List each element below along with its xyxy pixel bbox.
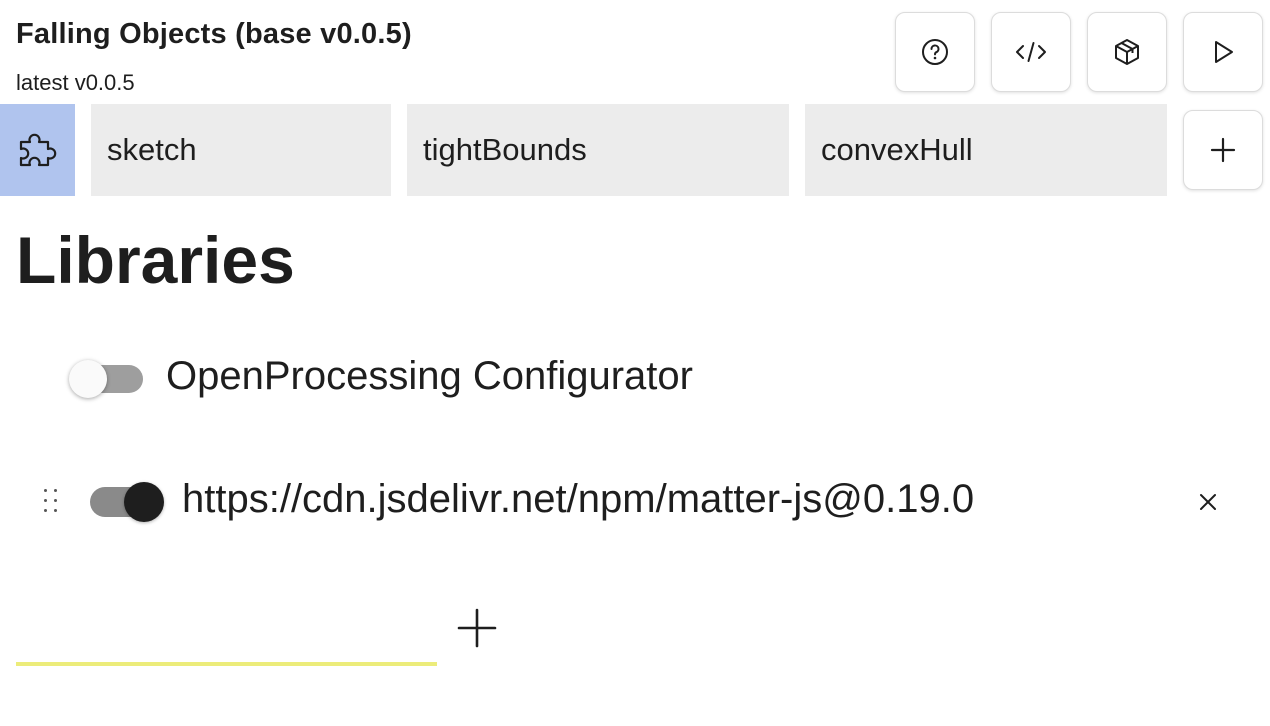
help-button[interactable] [895, 12, 975, 92]
version-subtitle: latest v0.0.5 [16, 70, 135, 95]
drag-handle-icon[interactable] [44, 489, 60, 515]
tab-bar: sketch tightBounds convexHull [0, 104, 1270, 196]
tab-convexhull[interactable]: convexHull [805, 104, 1167, 196]
tab-label: sketch [107, 132, 197, 167]
header: Falling Objects (base v0.0.5) latest v0.… [0, 0, 1270, 104]
library-toggle[interactable] [90, 482, 166, 522]
plus-icon [1210, 137, 1236, 163]
new-library-input[interactable] [16, 600, 437, 666]
library-url: https://cdn.jsdelivr.net/npm/matter-js@0… [182, 477, 975, 521]
libraries-heading: Libraries [16, 223, 295, 297]
run-button[interactable] [1183, 12, 1263, 92]
puzzle-icon [19, 133, 56, 167]
add-library-button[interactable] [455, 606, 499, 650]
remove-library-button[interactable] [1193, 487, 1223, 517]
library-name: OpenProcessing Configurator [166, 354, 693, 398]
plus-icon [457, 608, 497, 648]
tab-libraries[interactable] [0, 104, 75, 196]
tab-tightbounds[interactable]: tightBounds [407, 104, 789, 196]
toggle-knob [69, 360, 107, 398]
help-icon [922, 39, 948, 65]
toggle-knob [124, 482, 164, 522]
package-button[interactable] [1087, 12, 1167, 92]
package-icon [1115, 39, 1139, 65]
page-title: Falling Objects (base v0.0.5) [16, 18, 412, 50]
play-icon [1215, 41, 1233, 63]
library-row: https://cdn.jsdelivr.net/npm/matter-js@0… [0, 470, 1270, 530]
library-toggle[interactable] [69, 360, 143, 398]
code-icon [1016, 42, 1046, 62]
code-button[interactable] [991, 12, 1071, 92]
tab-label: convexHull [821, 132, 973, 167]
add-tab-button[interactable] [1183, 110, 1263, 190]
close-icon [1200, 494, 1216, 510]
library-row: OpenProcessing Configurator [0, 347, 1270, 407]
tab-sketch[interactable]: sketch [91, 104, 391, 196]
tab-label: tightBounds [423, 132, 587, 167]
